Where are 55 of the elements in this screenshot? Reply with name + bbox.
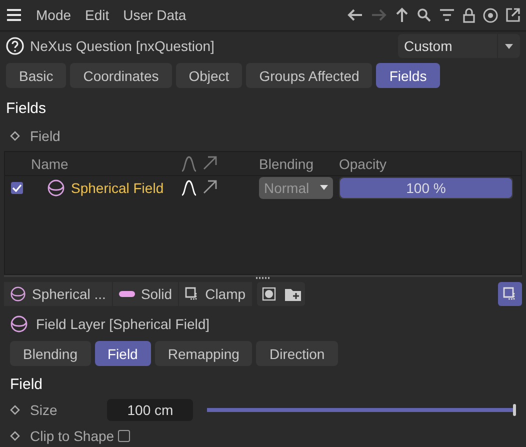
menu-item[interactable]: Edit (85, 7, 110, 23)
tab[interactable]: Object (176, 63, 242, 88)
tab[interactable]: Blending (10, 341, 90, 366)
tab[interactable]: Remapping (154, 341, 252, 366)
parameter-label: Clip to Shape (30, 428, 114, 444)
curve-icon (181, 156, 197, 172)
tab[interactable]: Fields (376, 63, 440, 88)
layer-toolbar-button[interactable]: Spherical ... (4, 282, 113, 306)
caret-icon (320, 185, 328, 190)
object-title: NeXus Question [nxQuestion] (30, 38, 214, 54)
checkbox[interactable] (118, 430, 130, 442)
keyframe-diamond-icon[interactable] (10, 405, 20, 415)
keyframe-diamond-icon[interactable] (10, 131, 20, 141)
preset-dropdown[interactable]: Custom (398, 34, 520, 58)
tab[interactable]: Direction (256, 341, 338, 366)
menu-item[interactable]: Mode (36, 7, 72, 23)
sphere-icon (47, 178, 65, 196)
sphere-icon (10, 286, 26, 302)
diagonal-arrow-icon[interactable] (203, 180, 217, 194)
size-field[interactable]: 100 cm (107, 399, 194, 421)
layer-title: Field Layer [Spherical Field] (36, 316, 210, 332)
section-title: Fields (5, 99, 48, 119)
field-name[interactable]: Spherical Field (71, 180, 164, 196)
diagonal-arrow-icon (203, 156, 217, 170)
opacity-slider[interactable]: 100 % (339, 176, 513, 198)
object-icon (6, 37, 24, 55)
up-arrow-icon[interactable] (395, 7, 409, 23)
keyframe-diamond-icon[interactable] (10, 431, 20, 441)
column-header: Opacity (339, 156, 388, 172)
group-title: Field (9, 375, 44, 395)
menu-item[interactable]: User Data (123, 7, 186, 23)
open-window-icon[interactable] (506, 8, 520, 22)
clamp-toggle-icon[interactable] (498, 282, 522, 306)
size-slider[interactable] (207, 404, 516, 416)
checkbox[interactable] (11, 182, 23, 194)
field-label: Field (30, 128, 60, 144)
menu-icon[interactable] (6, 8, 22, 22)
column-header: Name (30, 156, 70, 172)
tab[interactable]: Groups Affected (246, 63, 372, 88)
resize-handle-icon[interactable] (256, 277, 270, 279)
lock-icon[interactable] (463, 8, 475, 22)
target-icon[interactable] (483, 8, 498, 22)
sphere-icon (10, 315, 28, 333)
curve-icon[interactable] (181, 180, 197, 196)
parameter-label: Size (30, 402, 58, 418)
tab[interactable]: Basic (6, 63, 66, 88)
solid-icon (118, 290, 135, 298)
tab[interactable]: Field (94, 341, 151, 366)
tab[interactable]: Coordinates (70, 63, 172, 88)
search-icon[interactable] (417, 8, 431, 22)
clamp-icon (185, 287, 200, 301)
caret-icon (505, 44, 513, 48)
filter-icon[interactable] (439, 9, 455, 21)
back-arrow-icon[interactable] (347, 8, 363, 22)
column-header: Blending (258, 156, 314, 172)
